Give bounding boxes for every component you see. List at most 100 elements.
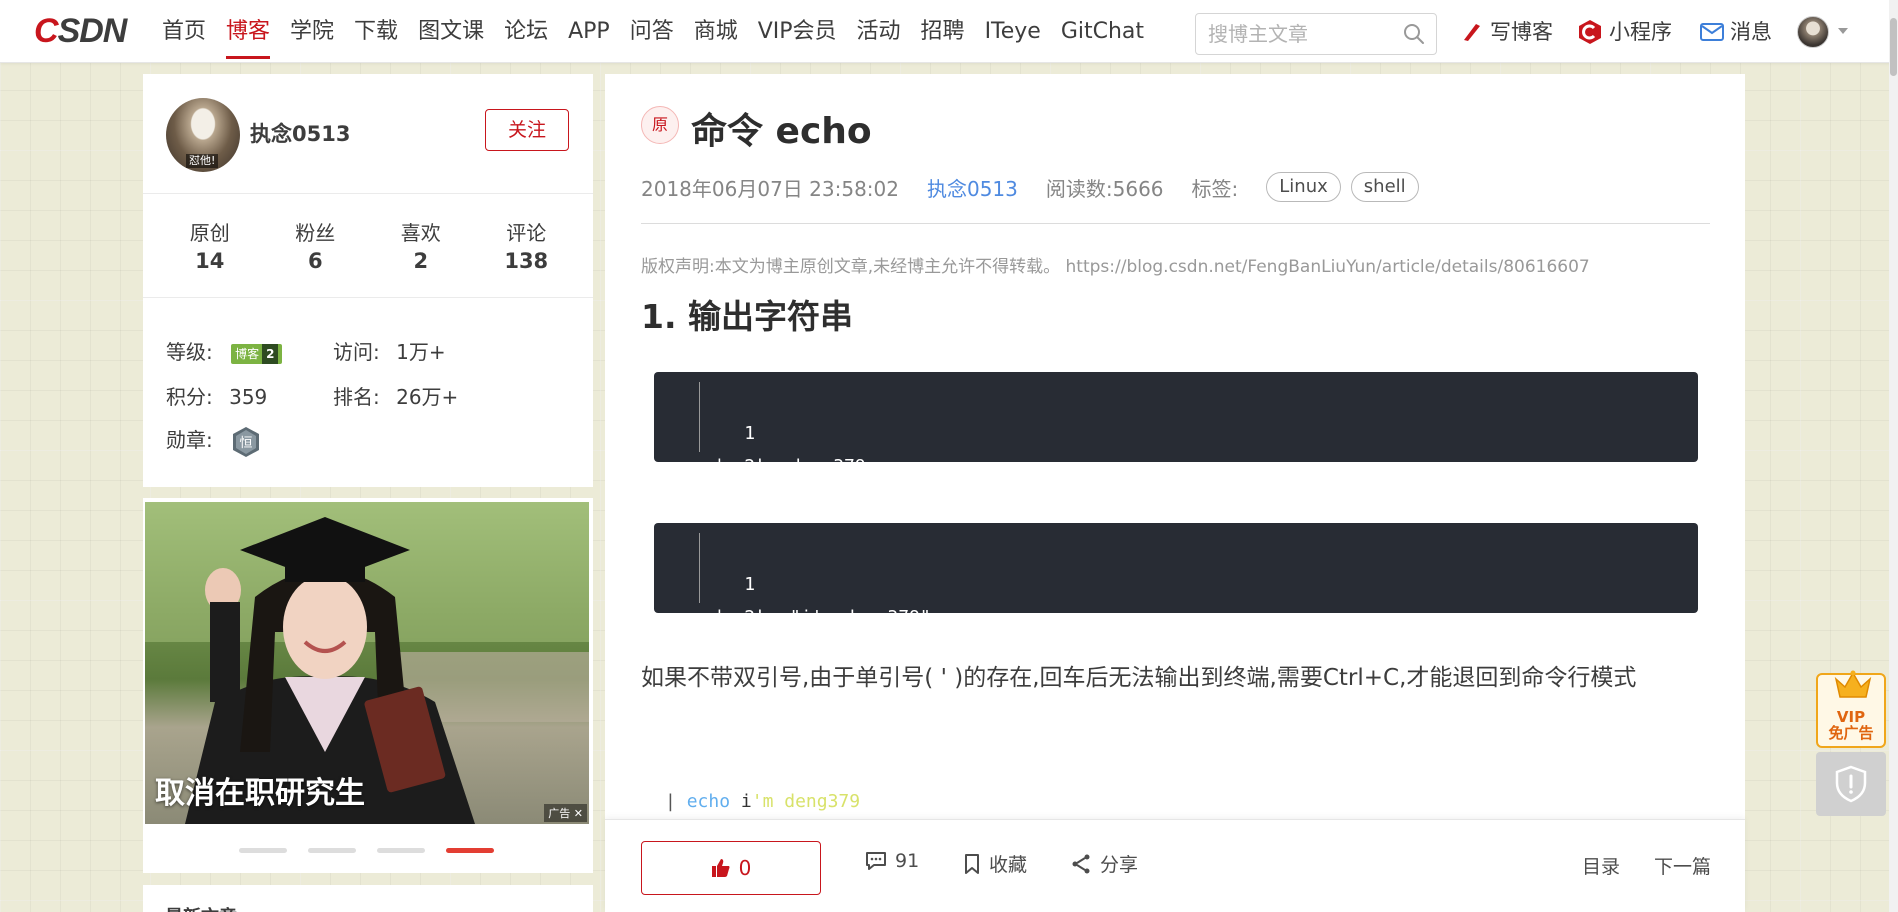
line-number: 2: [744, 456, 756, 477]
stat-fans[interactable]: 粉丝 6: [263, 194, 369, 297]
messages-label: 消息: [1730, 19, 1772, 44]
csdn-logo[interactable]: CSDN: [34, 12, 128, 50]
blogger-avatar[interactable]: 怼他!: [166, 98, 240, 172]
code-line: 2 > i'm deng379: [654, 568, 855, 661]
author-link[interactable]: 执念0513: [927, 173, 1018, 202]
carousel-dot[interactable]: [239, 848, 287, 853]
tag-linux[interactable]: Linux: [1266, 172, 1341, 202]
visits-value: 1万+: [396, 340, 446, 364]
ad-banner[interactable]: 取消在职研究生 广告 ✕: [145, 502, 589, 824]
tags-label: 标签:: [1191, 176, 1239, 201]
article-title: 命令 echo: [691, 111, 872, 152]
nav-item-11[interactable]: 招聘: [911, 0, 975, 63]
search-input[interactable]: [1208, 14, 1398, 54]
vip-line1: VIP: [1836, 708, 1866, 726]
stat-label: 粉丝: [295, 221, 336, 245]
nav-item-0[interactable]: 首页: [152, 0, 216, 63]
logo-letters-sdn: SDN: [57, 12, 128, 50]
nav-item-8[interactable]: 商城: [684, 0, 748, 63]
comment-count: 91: [895, 850, 920, 872]
level-badge[interactable]: 博客 2: [231, 343, 283, 364]
nav-item-6[interactable]: APP: [558, 0, 620, 63]
stat-value: 138: [504, 249, 549, 273]
nav-item-4[interactable]: 图文课: [408, 0, 494, 63]
medal-char: 恒: [240, 436, 253, 451]
scrollbar-thumb[interactable]: [1890, 18, 1897, 76]
page-scrollbar[interactable]: [1889, 0, 1898, 912]
code-plain: i: [730, 791, 752, 812]
report-button[interactable]: [1816, 752, 1886, 816]
code-line: 1 | echo "i'm deng379": [654, 535, 931, 628]
messages-button[interactable]: 消息: [1700, 0, 1772, 63]
search-box: [1195, 13, 1437, 55]
nav-item-10[interactable]: 活动: [847, 0, 911, 63]
favorite-button[interactable]: 收藏: [963, 850, 1027, 877]
carousel-dot[interactable]: [377, 848, 425, 853]
stat-label: 原创: [189, 221, 230, 245]
nav-item-1[interactable]: 博客: [216, 0, 280, 63]
nav-item-5[interactable]: 论坛: [494, 0, 558, 63]
points-value: 359: [229, 385, 268, 409]
carousel-dot-active[interactable]: [446, 848, 494, 853]
share-label: 分享: [1100, 854, 1139, 876]
search-icon[interactable]: [1402, 22, 1426, 46]
user-avatar[interactable]: [1797, 16, 1829, 48]
main-nav: 首页 博客 学院 下载 图文课 论坛 APP 问答 商城 VIP会员 活动 招聘 ITeye GitCha…: [152, 0, 1154, 63]
profile-stats: 原创 14 粉丝 6 喜欢 2 评论 138: [143, 194, 593, 298]
stat-original[interactable]: 原创 14: [157, 194, 263, 297]
code-line: 1 | echo deng379: [654, 384, 866, 477]
like-button[interactable]: 0: [641, 841, 821, 895]
next-article-button[interactable]: 下一篇: [1654, 852, 1711, 879]
profile-card: 怼他! 执念0513 关注 原创 14 粉丝 6 喜欢 2 评论 138 等级:…: [143, 74, 593, 487]
latest-articles-title: 最新文章: [165, 903, 237, 912]
pen-icon: [1464, 23, 1480, 41]
chevron-down-icon[interactable]: [1836, 24, 1850, 38]
mini-program-button[interactable]: 小程序: [1577, 0, 1672, 63]
mini-program-label: 小程序: [1609, 19, 1672, 44]
nav-item-12[interactable]: ITeye: [975, 0, 1051, 63]
code-line: 2 > deng379: [654, 417, 812, 510]
blogger-name[interactable]: 执念0513: [250, 118, 350, 148]
article-action-bar: 0 91 收藏 分享 目录 下一篇: [605, 819, 1745, 912]
ad-headline: 取消在职研究生: [155, 776, 365, 811]
code-block: 1 | echo "i'm deng379" 2 > i'm deng379: [654, 523, 1698, 661]
carousel-dot[interactable]: [308, 848, 356, 853]
stat-value: 2: [413, 249, 429, 273]
rank-label: 排名:: [333, 385, 380, 409]
visits-row: 访问: 1万+: [333, 336, 446, 365]
level-number: 2: [262, 343, 279, 364]
mail-icon: [1700, 22, 1724, 41]
nav-item-3[interactable]: 下载: [344, 0, 408, 63]
line-number: 2: [744, 607, 756, 628]
nav-item-9[interactable]: VIP会员: [748, 0, 847, 63]
toc-button[interactable]: 目录: [1582, 852, 1620, 879]
favorite-label: 收藏: [989, 854, 1028, 876]
follow-button[interactable]: 关注: [485, 109, 569, 151]
section-heading: 1. 输出字符串: [641, 297, 853, 336]
top-navigation-bar: CSDN 首页 博客 学院 下载 图文课 论坛 APP 问答 商城 VIP会员 活动 招聘 ITeye G…: [0, 0, 1898, 63]
visits-label: 访问:: [333, 340, 380, 364]
nav-item-7[interactable]: 问答: [620, 0, 684, 63]
stat-label: 喜欢: [400, 221, 441, 245]
vip-no-ads-button[interactable]: VIP 免广告: [1816, 670, 1886, 748]
stat-value: 14: [195, 249, 225, 273]
nav-item-13[interactable]: GitChat: [1051, 0, 1154, 63]
share-icon: [1072, 854, 1090, 873]
points-row: 积分: 359: [166, 381, 267, 410]
medal-icon[interactable]: 恒: [231, 426, 261, 458]
nav-item-2[interactable]: 学院: [280, 0, 344, 63]
vip-line2: 免广告: [1828, 724, 1874, 742]
comments-button[interactable]: 91: [865, 850, 919, 872]
share-button[interactable]: 分享: [1070, 850, 1138, 877]
carousel-dots: [239, 848, 494, 853]
tag-shell[interactable]: shell: [1350, 172, 1419, 202]
profile-header: 怼他! 执念0513 关注: [143, 74, 593, 194]
stat-likes[interactable]: 喜欢 2: [368, 194, 474, 297]
code-bar: |: [665, 791, 687, 812]
meta-divider: [641, 223, 1710, 224]
stat-comments[interactable]: 评论 138: [474, 194, 580, 297]
ad-label[interactable]: 广告 ✕: [544, 804, 587, 822]
level-row: 等级: 博客 2: [166, 336, 283, 365]
write-blog-button[interactable]: 写博客: [1460, 0, 1553, 63]
copyright-notice: 版权声明:本文为博主原创文章,未经博主允许不得转载。 https://blog.…: [641, 257, 1590, 277]
